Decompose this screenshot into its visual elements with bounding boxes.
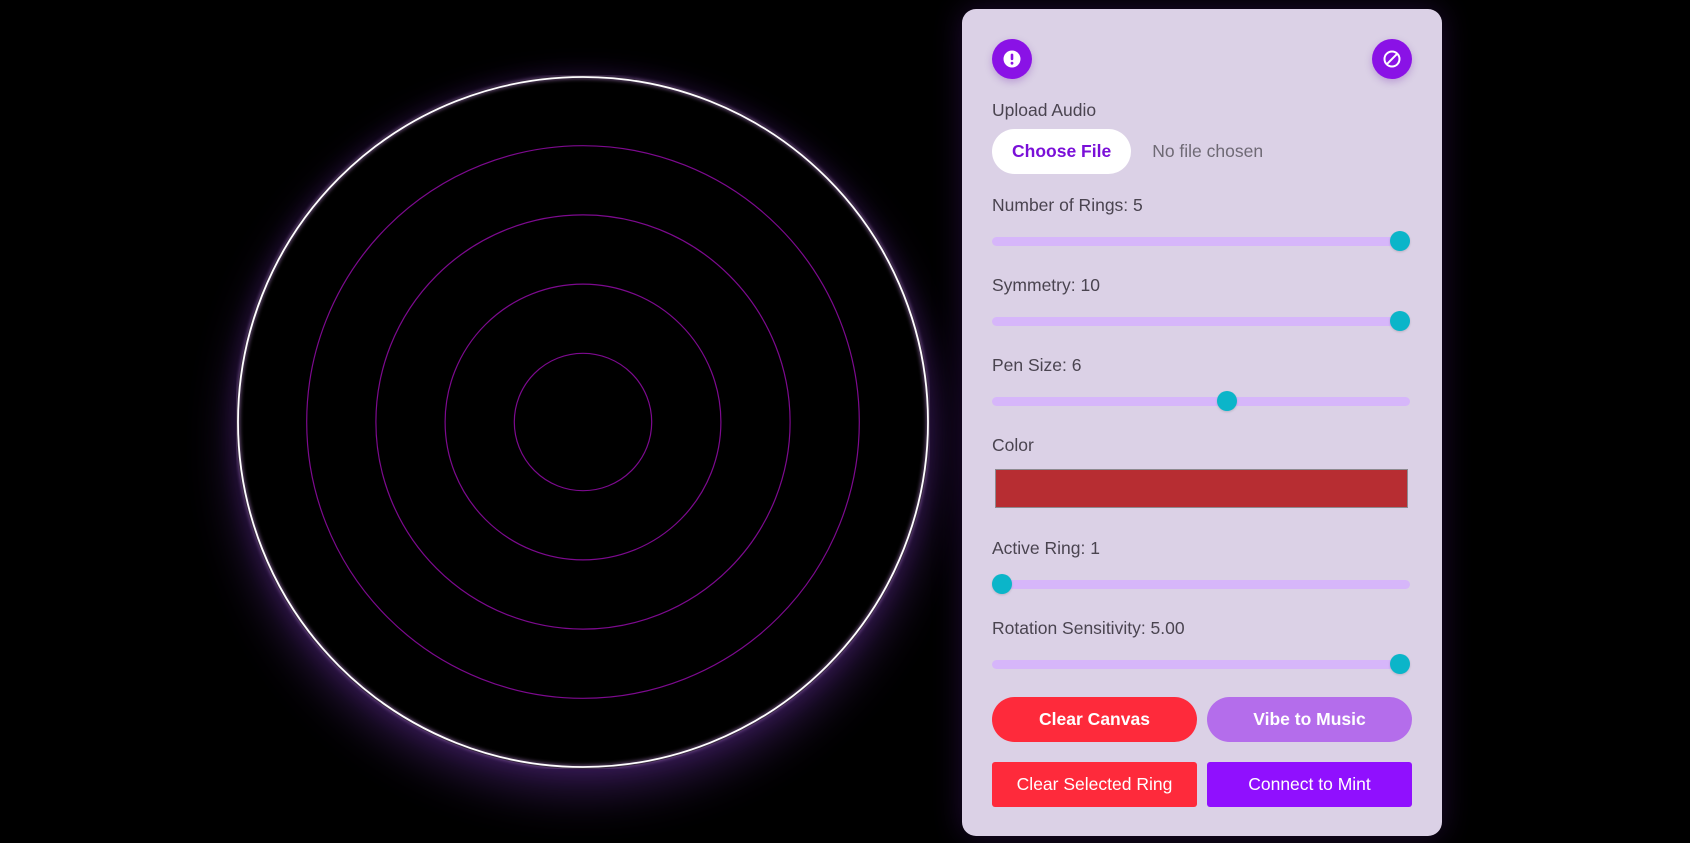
connect-to-mint-button[interactable]: Connect to Mint: [1207, 762, 1412, 807]
color-picker[interactable]: [995, 469, 1408, 508]
active-ring-slider-track: [992, 580, 1410, 589]
vibe-to-music-button[interactable]: Vibe to Music: [1207, 697, 1412, 742]
pen-size-slider-thumb[interactable]: [1216, 391, 1237, 411]
file-status-text: No file chosen: [1152, 141, 1264, 161]
upload-audio-label: Upload Audio: [992, 100, 1097, 120]
rings-slider-thumb[interactable]: [1390, 231, 1410, 251]
color-label: Color: [992, 435, 1034, 455]
active-ring-label: Active Ring: 1: [992, 538, 1100, 558]
disable-button[interactable]: [1372, 39, 1412, 79]
symmetry-slider[interactable]: [992, 311, 1410, 331]
rings-slider-track: [992, 237, 1410, 246]
rotation-label: Rotation Sensitivity: 5.00: [992, 618, 1185, 638]
pen-size-slider-track: [992, 397, 1410, 406]
rotation-slider[interactable]: [992, 654, 1410, 674]
audio-file-input[interactable]: Choose File No file chosen: [992, 129, 1263, 174]
info-icon: [1003, 50, 1021, 68]
rotation-slider-track: [992, 660, 1410, 669]
symmetry-slider-track: [992, 317, 1410, 326]
ring-5[interactable]: [513, 352, 653, 492]
active-ring-slider-thumb[interactable]: [992, 574, 1012, 594]
info-button[interactable]: [992, 39, 1032, 79]
ban-icon: [1383, 50, 1401, 68]
choose-file-button[interactable]: Choose File: [992, 129, 1132, 174]
ring-2[interactable]: [306, 145, 860, 699]
control-panel: Upload Audio Choose File No file chosen …: [962, 9, 1442, 836]
ring-4[interactable]: [444, 283, 722, 561]
ring-3[interactable]: [375, 214, 791, 630]
ring-1[interactable]: [237, 76, 929, 768]
symmetry-label: Symmetry: 10: [992, 275, 1100, 295]
active-ring-slider[interactable]: [992, 574, 1410, 594]
rings-svg[interactable]: [236, 75, 930, 769]
clear-selected-ring-button[interactable]: Clear Selected Ring: [992, 762, 1197, 807]
app: Upload Audio Choose File No file chosen …: [0, 0, 1690, 843]
rings-label: Number of Rings: 5: [992, 195, 1143, 215]
pen-size-label: Pen Size: 6: [992, 355, 1082, 375]
clear-canvas-button[interactable]: Clear Canvas: [992, 697, 1197, 742]
rings-slider[interactable]: [992, 231, 1410, 251]
pen-size-slider[interactable]: [992, 391, 1410, 411]
drawing-canvas[interactable]: [236, 75, 930, 769]
symmetry-slider-thumb[interactable]: [1390, 311, 1410, 331]
rotation-slider-thumb[interactable]: [1390, 654, 1410, 674]
